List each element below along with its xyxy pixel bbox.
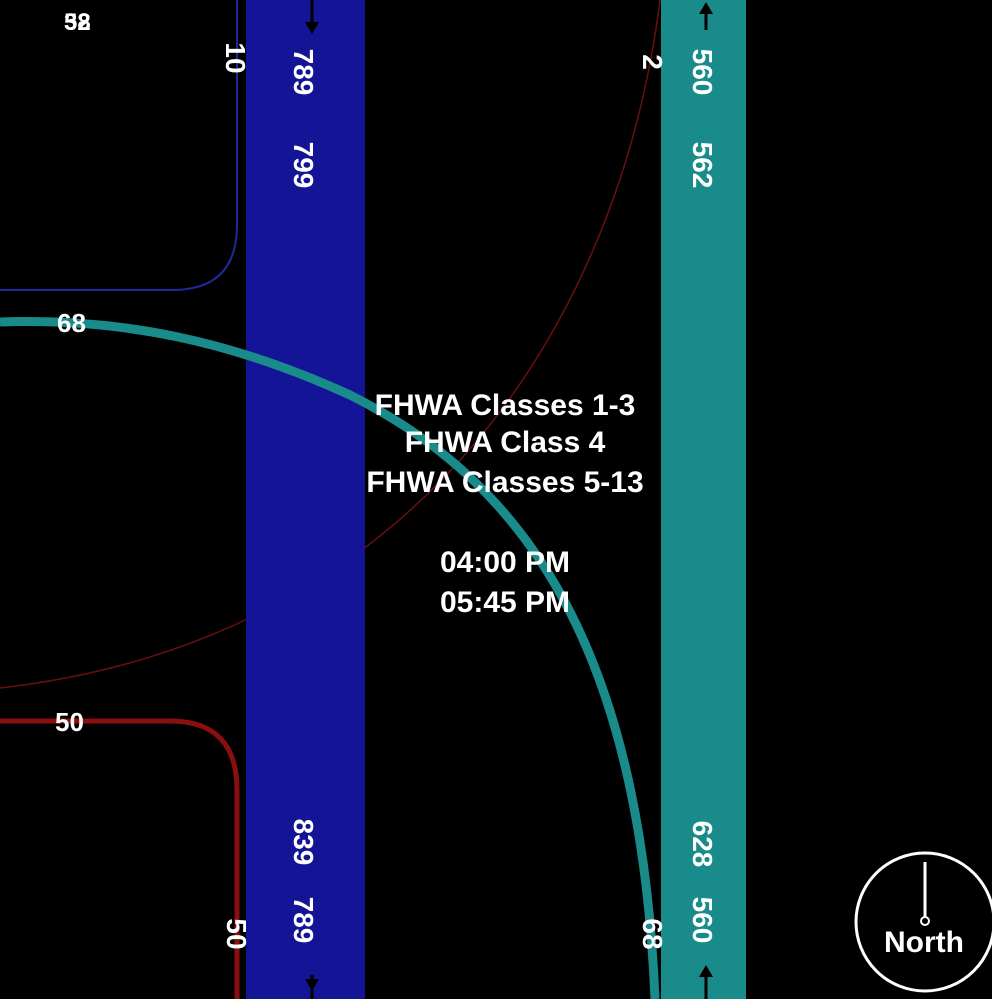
intersection-diagram: 32 58 10 789 799 2 560 562 68 50 839 789… (0, 0, 992, 999)
wb-right-turn-label: 68 (57, 308, 86, 338)
legend-line-2: FHWA Class 4 (405, 426, 606, 459)
left-turn-curve (0, 718, 240, 999)
legend-line-1: FHWA Classes 1-3 (375, 389, 636, 422)
nb-out-bottom-label: 628 (687, 821, 718, 868)
diagram-canvas: 32 58 10 789 799 2 560 562 68 50 839 789… (0, 0, 992, 999)
nb-in-top-label: 560 (687, 49, 718, 96)
legend-line-3: FHWA Classes 5-13 (366, 466, 643, 499)
time-start: 04:00 PM (440, 546, 570, 579)
sb-out-bottom-label: 839 (288, 819, 319, 866)
corner-label-b: 58 (64, 9, 91, 36)
compass-pivot (920, 916, 930, 926)
left-turn-volume-label: 50 (55, 707, 84, 737)
sb-out-top-label: 799 (288, 142, 319, 189)
sb-in-top-label: 789 (288, 49, 319, 96)
nb-in-bottom-label: 560 (687, 897, 718, 944)
north-compass: North (854, 851, 992, 993)
nw-turn-curve (0, 0, 238, 291)
sb-in-bottom-label: 789 (288, 897, 319, 944)
time-end: 05:45 PM (440, 586, 570, 619)
sb-left-bottom-label: 50 (221, 918, 252, 949)
sb-right-turn-label: 10 (220, 42, 251, 73)
compass-label: North (884, 926, 964, 959)
nb-left-turn-label: 2 (637, 54, 668, 70)
nb-out-top-label: 562 (687, 142, 718, 189)
nb-right-bottom-label: 68 (637, 918, 668, 949)
